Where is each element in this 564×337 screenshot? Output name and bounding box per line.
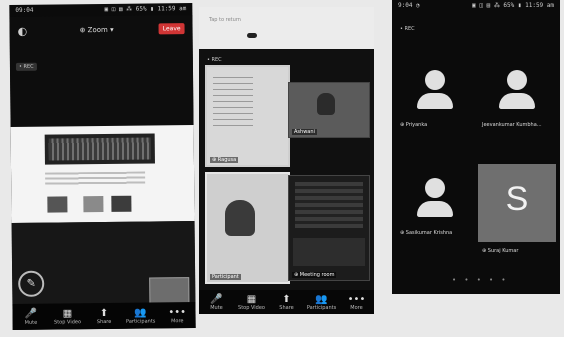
avatar-icon: [425, 70, 445, 90]
recording-badge: • REC: [207, 57, 222, 63]
phone-gallery-video: Tap to return • REC ⊕ Ragusa Ashwani Par…: [199, 7, 374, 314]
status-icons: ▣ ◫ ▤ ⁂ 65% ▮ 11:59 am: [472, 2, 554, 9]
share-button[interactable]: ⬆ Share: [89, 307, 119, 324]
meeting-header-area: ◐ ⊕ Zoom ▾ Leave • REC: [9, 15, 194, 127]
status-time: 9:04 ◔: [398, 2, 420, 9]
meeting-title[interactable]: ⊕ Zoom ▾: [80, 26, 114, 34]
video-tile[interactable]: ⊕ Ragusa: [205, 65, 290, 167]
shared-banner-image: [44, 133, 155, 165]
status-icons: ▣ ◫ ▤ ⁂ 65% ▮ 11:59 am: [104, 5, 187, 13]
participant-name: Ashwani: [292, 129, 317, 135]
participant-name: ⊕ Meeting room: [292, 272, 337, 278]
participant-tile[interactable]: S ⊕ Suraj Kumar: [478, 164, 556, 254]
participants-icon: 👥: [134, 307, 147, 319]
share-arrow-icon: ⬆: [99, 307, 109, 319]
annotate-pencil-icon[interactable]: ✎: [18, 270, 45, 297]
more-dots-icon: •••: [347, 293, 366, 305]
participant-tile[interactable]: ⊕ Sasikumar Krishna: [396, 168, 476, 240]
status-bar: 9:04 ◔ ▣ ◫ ▤ ⁂ 65% ▮ 11:59 am: [398, 2, 554, 12]
video-tile[interactable]: ⊕ Meeting room: [288, 175, 370, 281]
shared-thumbnail: [83, 195, 104, 213]
share-button[interactable]: ⬆ Share: [272, 294, 302, 311]
more-dots-icon: •••: [168, 306, 187, 318]
video-camera-icon: ▦: [62, 307, 73, 319]
shared-text-lines: [45, 171, 146, 187]
shared-screen: [10, 125, 195, 223]
mute-button[interactable]: 🎤 Mute: [16, 308, 46, 325]
avatar-initial: S: [505, 180, 529, 218]
participant-tile[interactable]: Jeevankumar Kumbha...: [478, 60, 558, 132]
shared-thumbnail: [47, 196, 68, 213]
more-button[interactable]: ••• More: [162, 307, 192, 324]
mute-button[interactable]: 🎤 Mute: [202, 294, 232, 311]
leave-button[interactable]: Leave: [158, 23, 185, 35]
share-arrow-icon: ⬆: [282, 293, 291, 305]
shared-thumbnail: [111, 195, 132, 212]
meeting-toolbar: 🎤 Mute ▦ Stop Video ⬆ Share 👥 Participants •…: [199, 290, 374, 314]
recording-badge: • REC: [15, 62, 37, 71]
recording-badge: • REC: [400, 26, 415, 32]
participant-name: Jeevankumar Kumbha...: [482, 122, 542, 128]
video-tile[interactable]: Ashwani: [288, 82, 370, 138]
microphone-icon: 🎤: [210, 293, 223, 305]
stop-video-button[interactable]: ▦ Stop Video: [237, 294, 267, 311]
speaker-icon[interactable]: ◐: [18, 25, 28, 38]
stop-video-button[interactable]: ▦ Stop Video: [52, 308, 82, 325]
return-label: Tap to return: [209, 17, 241, 23]
more-button[interactable]: ••• More: [342, 294, 372, 311]
handle-icon: [247, 33, 257, 38]
avatar-icon: [507, 70, 527, 90]
avatar-icon: [425, 178, 445, 198]
status-time: 09:04: [15, 6, 34, 14]
page-indicator[interactable]: • • • • •: [452, 276, 509, 284]
video-tile[interactable]: Participant: [205, 172, 290, 284]
participants-button[interactable]: 👥 Participants: [126, 307, 156, 324]
participant-tile[interactable]: ⊕ Priyanka: [396, 60, 476, 132]
video-camera-icon: ▦: [246, 293, 257, 305]
meeting-toolbar: 🎤 Mute ▦ Stop Video ⬆ Share 👥 Participants •…: [12, 302, 196, 330]
participant-name: ⊕ Sasikumar Krishna: [400, 230, 453, 236]
return-to-meeting-bar[interactable]: Tap to return: [199, 7, 374, 49]
participant-name: ⊕ Ragusa: [210, 157, 239, 163]
participant-name: ⊕ Suraj Kumar: [482, 248, 519, 254]
microphone-icon: 🎤: [24, 308, 38, 320]
participant-name: Participant: [210, 274, 241, 280]
participants-button[interactable]: 👥 Participants: [307, 294, 337, 311]
participants-icon: 👥: [315, 293, 328, 305]
phone-gallery-avatars: 9:04 ◔ ▣ ◫ ▤ ⁂ 65% ▮ 11:59 am • REC ⊕ Pr…: [392, 0, 560, 294]
participant-name: ⊕ Priyanka: [400, 122, 428, 128]
phone-screen-share: 09:04 ▣ ◫ ▤ ⁂ 65% ▮ 11:59 am ◐ ⊕ Zoom ▾ …: [9, 3, 196, 330]
